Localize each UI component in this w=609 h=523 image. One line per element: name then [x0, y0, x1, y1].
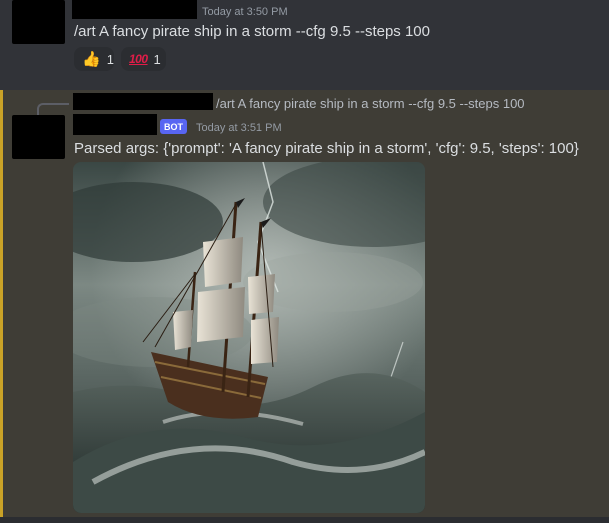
message-1: Today at 3:50 PM /art A fancy pirate shi…: [0, 0, 609, 90]
mention-highlight-bar: [0, 90, 3, 523]
hundred-points-icon: 100: [129, 52, 148, 66]
thumbs-up-icon: 👍: [82, 50, 101, 68]
message-timestamp: Today at 3:50 PM: [202, 6, 288, 18]
avatar[interactable]: [12, 0, 65, 44]
reply-connector: [37, 103, 69, 115]
bot-username-redacted[interactable]: [73, 114, 157, 135]
username-redacted[interactable]: [72, 0, 197, 19]
reaction-thumbs-up[interactable]: 👍 1: [74, 47, 114, 71]
message-timestamp: Today at 3:51 PM: [196, 122, 282, 134]
reply-username-redacted[interactable]: [73, 93, 213, 110]
reaction-count: 1: [106, 51, 114, 67]
bottom-divider: [0, 517, 609, 523]
reaction-count: 1: [153, 51, 161, 67]
bot-tag: BOT: [160, 119, 187, 134]
reaction-hundred-points[interactable]: 100 1: [121, 47, 166, 71]
reply-preview-text[interactable]: /art A fancy pirate ship in a storm --cf…: [216, 96, 525, 111]
bot-avatar[interactable]: [12, 115, 65, 159]
message-content: Parsed args: {'prompt': 'A fancy pirate …: [74, 140, 579, 157]
pirate-ship-illustration: [73, 162, 425, 513]
message-content: /art A fancy pirate ship in a storm --cf…: [74, 23, 430, 40]
generated-image-pirate-ship[interactable]: [73, 162, 425, 513]
